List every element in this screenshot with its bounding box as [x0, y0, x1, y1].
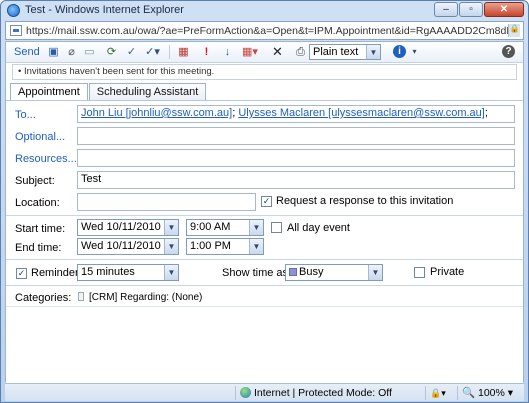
importance-high-icon[interactable]: ! [199, 45, 214, 59]
protected-mode-icon[interactable]: 🔒▾ [425, 386, 455, 400]
globe-icon [240, 387, 251, 398]
location-label: Location: [15, 197, 60, 209]
categories-icon[interactable]: ▦▾ [242, 45, 258, 59]
chevron-down-icon: ▼ [164, 220, 178, 235]
window-controls: – ▫ ✕ [434, 2, 524, 17]
address-url[interactable]: https://mail.ssw.com.au/owa/?ae=PreFormA… [26, 25, 514, 37]
tab-appointment[interactable]: Appointment [10, 83, 88, 101]
section-divider [6, 215, 523, 216]
chevron-down-icon: ▼ [368, 265, 382, 280]
start-time-label: Start time: [15, 223, 66, 235]
end-time-value: 1:00 PM [190, 240, 231, 252]
maximize-button[interactable]: ▫ [459, 2, 483, 17]
message-body[interactable] [6, 307, 523, 383]
chevron-down-icon: ▼ [164, 239, 178, 254]
end-date-value: Wed 10/11/2010 [81, 240, 161, 252]
to-button[interactable]: To... [15, 109, 36, 121]
category-item[interactable]: [CRM] Regarding: (None) [78, 292, 202, 303]
chevron-down-icon: ▼ [366, 45, 380, 59]
chevron-down-icon: ▼ [249, 220, 263, 235]
info-bar: • Invitations haven't been sent for this… [12, 64, 517, 80]
security-zone-text: Internet | Protected Mode: Off [254, 387, 392, 399]
subject-input[interactable]: Test [77, 171, 515, 189]
tab-scheduling-assistant[interactable]: Scheduling Assistant [88, 83, 207, 101]
section-divider [6, 285, 523, 286]
zoom-level: 100% [478, 387, 505, 399]
send-button[interactable]: Send [14, 46, 40, 58]
toolbar-separator [169, 45, 170, 59]
all-day-label: All day event [287, 222, 350, 234]
close-button[interactable]: ✕ [484, 2, 524, 17]
grid-icon[interactable]: ▦ [176, 45, 191, 59]
address-bar[interactable]: https://mail.ssw.com.au/owa/?ae=PreFormA… [5, 21, 524, 40]
window-title: Test - Windows Internet Explorer [25, 4, 184, 16]
request-response-checkbox[interactable]: ✓ [261, 196, 272, 207]
private-label: Private [430, 266, 465, 278]
private-checkbox[interactable] [414, 267, 425, 278]
start-time-select[interactable]: 9:00 AM ▼ [186, 219, 264, 236]
format-select[interactable]: Plain text ▼ [309, 44, 381, 60]
categories-label: Categories: [15, 292, 72, 304]
delete-icon[interactable]: ✕ [270, 45, 285, 59]
request-response-label: Request a response to this invitation [276, 195, 454, 207]
chevron-down-icon: ▼ [249, 239, 263, 254]
optional-button[interactable]: Optional... [15, 131, 65, 143]
all-day-checkbox[interactable] [271, 222, 282, 233]
recipient-trailing-separator: ; [484, 107, 488, 119]
tab-strip: Appointment Scheduling Assistant [10, 83, 207, 101]
save-icon[interactable]: ▣ [46, 45, 61, 59]
end-date-select[interactable]: Wed 10/11/2010 ▼ [77, 238, 179, 255]
category-color-icon [78, 292, 84, 301]
browser-window: Test - Windows Internet Explorer – ▫ ✕ h… [0, 0, 529, 403]
page-favicon-icon [10, 25, 22, 36]
resources-button[interactable]: Resources... [15, 153, 77, 165]
attach-icon[interactable]: ⌀ [64, 45, 79, 59]
resources-field[interactable] [77, 149, 515, 167]
category-value: [CRM] Regarding: (None) [89, 292, 203, 303]
check-names-icon[interactable]: ✓ [124, 45, 139, 59]
show-time-as-select[interactable]: Busy ▼ [285, 264, 383, 281]
security-lock-icon[interactable]: 🔒 [508, 24, 520, 37]
busy-swatch [289, 268, 297, 276]
chevron-down-icon: ▼ [164, 265, 178, 280]
ie-logo-icon [7, 4, 20, 17]
reminder-value: 15 minutes [81, 266, 135, 278]
address-book-icon[interactable]: ▭ [82, 45, 97, 59]
reminder-label: Reminder: [31, 267, 82, 279]
appointment-panel: To... John Liu [johnliu@ssw.com.au]; Uly… [6, 100, 523, 383]
minimize-button[interactable]: – [434, 2, 458, 17]
recurrence-icon[interactable]: ⟳ [104, 45, 119, 59]
end-time-label: End time: [15, 242, 62, 254]
security-zone[interactable]: Internet | Protected Mode: Off [235, 386, 405, 400]
reminder-select[interactable]: 15 minutes ▼ [77, 264, 179, 281]
help-icon[interactable]: ? [502, 45, 515, 58]
optional-field[interactable] [77, 127, 515, 145]
title-bar: Test - Windows Internet Explorer – ▫ ✕ [1, 1, 528, 20]
info-dropdown-icon[interactable]: ▾ [407, 45, 422, 59]
recipient-ulysses-maclaren[interactable]: Ulysses Maclaren [ulyssesmaclaren@ssw.co… [238, 107, 485, 119]
start-date-select[interactable]: Wed 10/11/2010 ▼ [77, 219, 179, 236]
status-bar: Internet | Protected Mode: Off 🔒▾ 🔍 100%… [5, 383, 524, 401]
to-field[interactable]: John Liu [johnliu@ssw.com.au]; Ulysses M… [77, 105, 515, 123]
format-select-value: Plain text [313, 46, 359, 58]
start-date-value: Wed 10/11/2010 [81, 221, 161, 233]
reminder-checkbox[interactable]: ✓ [16, 268, 27, 279]
recipient-john-liu[interactable]: John Liu [johnliu@ssw.com.au] [81, 107, 232, 119]
show-time-as-label: Show time as: [222, 267, 292, 279]
location-input[interactable] [77, 193, 256, 211]
print-icon[interactable]: ⎙ [293, 45, 308, 59]
start-time-value: 9:00 AM [190, 221, 231, 233]
show-time-as-value: Busy [299, 266, 324, 278]
spelling-icon[interactable]: ✓▾ [145, 45, 160, 59]
owa-content: Send ▣ ⌀ ▭ ⟳ ✓ ✓▾ ▦ ! ↓ ▦▾ ✕ ⎙ Plain tex… [5, 41, 524, 383]
compose-toolbar: Send ▣ ⌀ ▭ ⟳ ✓ ✓▾ ▦ ! ↓ ▦▾ ✕ ⎙ Plain tex… [6, 42, 523, 63]
section-divider [6, 259, 523, 260]
end-time-select[interactable]: 1:00 PM ▼ [186, 238, 264, 255]
importance-low-icon[interactable]: ↓ [220, 45, 235, 59]
zoom-control[interactable]: 🔍 100% ▾ [457, 386, 521, 400]
subject-label: Subject: [15, 175, 55, 187]
info-icon[interactable]: i [393, 45, 406, 58]
